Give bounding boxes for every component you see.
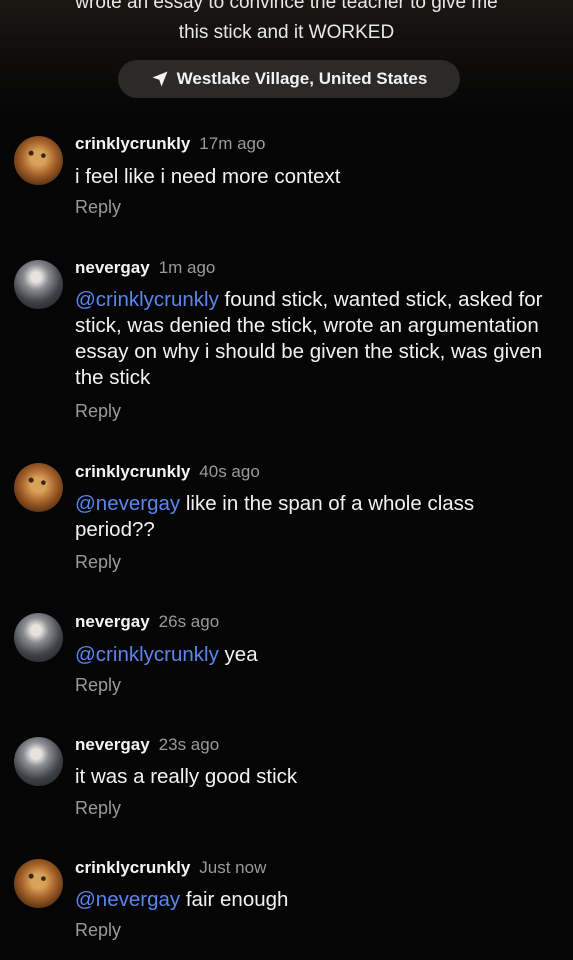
reply-button[interactable]: Reply [75,798,121,819]
mention-link[interactable]: @nevergay [75,492,180,515]
location-arrow-icon [152,71,168,87]
comment-text: @crinklycrunkly found stick, wanted stic… [75,287,555,391]
comment-body: i feel like i need more context [75,165,341,188]
bear-avatar[interactable] [14,859,63,908]
comment-text: it was a really good stick [75,764,555,790]
location-label: Westlake Village, United States [176,69,428,88]
username[interactable]: crinklycrunkly [75,858,190,877]
location-tag[interactable]: Westlake Village, United States [118,60,460,98]
comment-meta: crinklycrunkly Just now [75,857,266,879]
timestamp: 23s ago [158,735,220,754]
timestamp: 26s ago [158,612,220,631]
cat-avatar[interactable] [14,613,63,662]
comment-body: it was a really good stick [75,765,298,788]
caption-line-1: wrote an essay to convince the teacher t… [75,0,498,13]
comment-body: yea [218,643,258,666]
comment-text: i feel like i need more context [75,164,555,190]
cat-avatar[interactable] [14,260,63,309]
bear-avatar[interactable] [14,136,63,185]
comment-body: fair enough [180,888,289,911]
reply-button[interactable]: Reply [75,197,121,218]
post-header: wrote an essay to convince the teacher t… [0,0,573,118]
reply-button[interactable]: Reply [75,675,121,696]
comment-meta: nevergay 23s ago [75,734,219,756]
username[interactable]: nevergay [75,258,150,277]
reply-button[interactable]: Reply [75,920,121,941]
cat-avatar[interactable] [14,737,63,786]
mention-link[interactable]: @crinklycrunkly [75,288,219,311]
reply-button[interactable]: Reply [75,552,121,573]
username[interactable]: crinklycrunkly [75,462,190,481]
comment-meta: nevergay 26s ago [75,611,219,633]
timestamp: 17m ago [199,134,266,153]
comment-text: @nevergay like in the span of a whole cl… [75,491,555,543]
comment-meta: crinklycrunkly 40s ago [75,461,260,483]
mention-link[interactable]: @nevergay [75,888,180,911]
username[interactable]: crinklycrunkly [75,134,190,153]
timestamp: Just now [199,858,267,877]
bear-avatar[interactable] [14,463,63,512]
username[interactable]: nevergay [75,612,150,631]
comment-meta: crinklycrunkly 17m ago [75,133,265,155]
timestamp: 1m ago [158,258,216,277]
timestamp: 40s ago [199,462,260,481]
comment-meta: nevergay 1m ago [75,257,215,279]
comment-text: @crinklycrunkly yea [75,642,555,668]
username[interactable]: nevergay [75,735,150,754]
post-caption: wrote an essay to convince the teacher t… [0,0,573,48]
reply-button[interactable]: Reply [75,401,121,422]
caption-line-2: this stick and it WORKED [178,22,395,43]
mention-link[interactable]: @crinklycrunkly [75,643,219,666]
comment-text: @nevergay fair enough [75,887,555,913]
